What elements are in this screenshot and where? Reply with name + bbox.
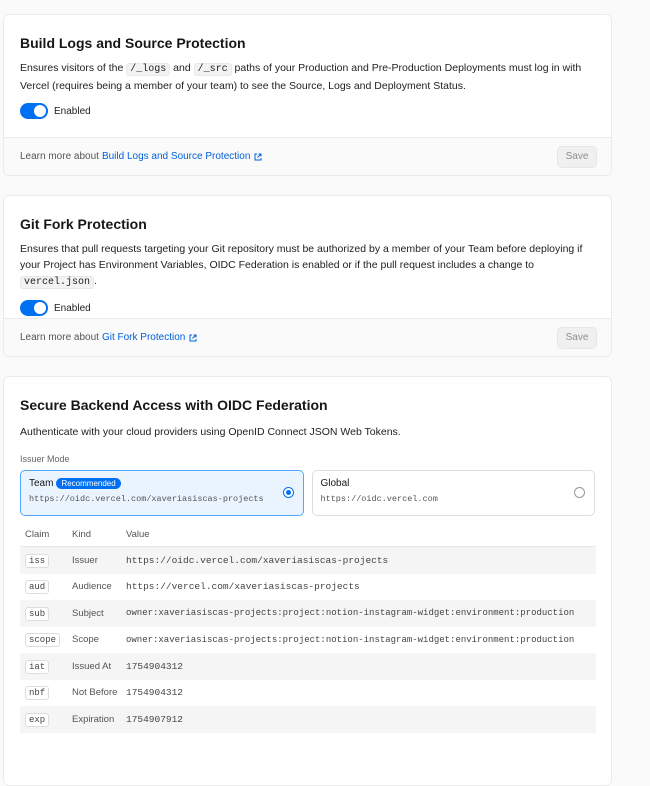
git-fork-card: Git Fork Protection Ensures that pull re…	[3, 195, 612, 357]
option-name: Global	[320, 478, 350, 489]
build-logs-toggle-label: Enabled	[54, 105, 91, 117]
claim-tag: nbf	[25, 686, 50, 701]
oidc-description: Authenticate with your cloud providers u…	[20, 426, 401, 438]
table-row: iat Issued At 1754904312	[20, 653, 596, 680]
learn-more-text: Learn more about	[20, 332, 99, 343]
claim-value: https://vercel.com/xaveriasiscas-project…	[126, 581, 360, 593]
claim-tag: iss	[25, 553, 50, 568]
oidc-card: Secure Backend Access with OIDC Federati…	[3, 376, 612, 786]
claim-value: owner:xaveriasiscas-projects:project:not…	[126, 634, 575, 645]
claim-header: Claim	[20, 522, 72, 547]
team-radio[interactable]	[282, 487, 294, 498]
option-url: https://oidc.vercel.com	[320, 494, 438, 504]
git-fork-description: Ensures that pull requests targeting you…	[20, 243, 583, 289]
claim-value: owner:xaveriasiscas-projects:project:not…	[126, 600, 596, 627]
table-row: exp Expiration 1754907912	[20, 706, 596, 733]
build-logs-title: Build Logs and Source Protection	[20, 35, 246, 51]
issuer-option-global[interactable]: Global https://oidc.vercel.com	[311, 470, 595, 516]
claim-tag: aud	[25, 580, 50, 595]
build-logs-card: Build Logs and Source Protection Ensures…	[3, 14, 612, 176]
git-fork-toggle[interactable]	[20, 300, 48, 316]
recommended-badge: Recommended	[56, 478, 121, 489]
option-url: https://oidc.vercel.com/xaveriasiscas-pr…	[29, 494, 264, 504]
table-row: sub Subject owner:xaveriasiscas-projects…	[20, 600, 596, 627]
issuer-mode-label: Issuer Mode	[20, 454, 70, 464]
learn-more-text: Learn more about	[20, 151, 99, 162]
git-fork-footer: Learn more about Git Fork Protection Sav…	[4, 318, 611, 356]
claim-tag: scope	[25, 633, 61, 648]
issuer-option-team[interactable]: Team Recommended https://oidc.vercel.com…	[20, 470, 304, 516]
external-link-icon	[189, 334, 197, 341]
table-row: nbf Not Before 1754904312	[20, 680, 596, 707]
claim-kind: Audience	[72, 581, 112, 593]
claim-kind: Issuer	[72, 546, 126, 574]
claim-tag: iat	[25, 659, 50, 674]
git-fork-title: Git Fork Protection	[20, 216, 147, 232]
git-fork-toggle-label: Enabled	[54, 302, 91, 314]
src-path-code: /_src	[193, 63, 232, 76]
claim-tag: exp	[25, 712, 50, 727]
oidc-title: Secure Backend Access with OIDC Federati…	[20, 397, 328, 413]
build-logs-footer: Learn more about Build Logs and Source P…	[4, 137, 611, 175]
build-logs-toggle[interactable]	[20, 103, 48, 119]
claim-kind: Not Before	[72, 686, 118, 698]
table-row: aud Audience https://vercel.com/xaverias…	[20, 574, 596, 601]
option-name: Team	[29, 478, 54, 489]
claims-table: Claim Kind Value iss Issuer https://oidc…	[20, 522, 596, 733]
claim-tag: sub	[25, 606, 50, 621]
table-row: iss Issuer https://oidc.vercel.com/xaver…	[20, 546, 596, 574]
claim-value: 1754907912	[126, 706, 596, 733]
claim-kind: Subject	[72, 600, 126, 627]
global-radio[interactable]	[574, 487, 585, 498]
git-fork-save-button[interactable]: Save	[557, 326, 597, 349]
claim-kind: Scope	[72, 634, 99, 646]
build-logs-description: Ensures visitors of the /_logs and /_src…	[20, 62, 582, 92]
claim-value: 1754904312	[126, 653, 596, 680]
value-header: Value	[126, 522, 596, 547]
vercel-json-code: vercel.json	[20, 276, 95, 289]
kind-header: Kind	[72, 522, 126, 547]
git-fork-learn-more-link[interactable]: Git Fork Protection	[102, 332, 185, 343]
claim-kind: Expiration	[72, 706, 126, 733]
table-row: scope Scope owner:xaveriasiscas-projects…	[20, 627, 596, 654]
build-logs-learn-more-link[interactable]: Build Logs and Source Protection	[102, 151, 250, 162]
claim-kind: Issued At	[72, 653, 126, 680]
claim-value: https://oidc.vercel.com/xaveriasiscas-pr…	[126, 546, 596, 574]
logs-path-code: /_logs	[126, 63, 171, 76]
claim-value: 1754904312	[126, 687, 184, 699]
external-link-icon	[254, 153, 262, 160]
build-logs-save-button[interactable]: Save	[557, 145, 597, 168]
